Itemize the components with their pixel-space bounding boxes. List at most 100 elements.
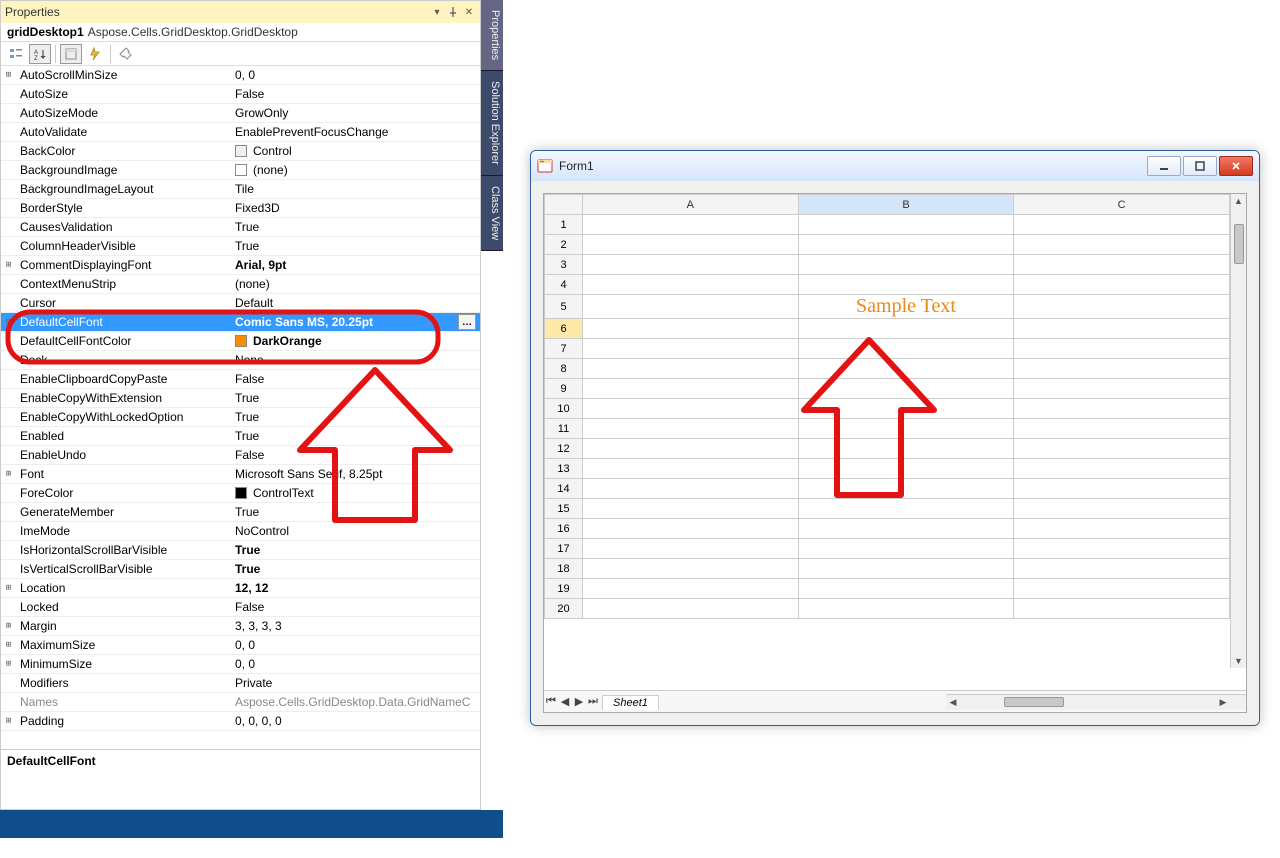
cell-C14[interactable] — [1014, 479, 1230, 499]
cell-B7[interactable] — [798, 339, 1014, 359]
vertical-scrollbar[interactable]: ▲ ▼ — [1230, 194, 1246, 668]
property-value[interactable]: 0, 0 — [231, 638, 480, 652]
property-row-defaultcellfontcolor[interactable]: DefaultCellFontColorDarkOrange — [1, 332, 480, 351]
property-row-autosize[interactable]: AutoSizeFalse — [1, 85, 480, 104]
hscroll-thumb[interactable] — [1004, 697, 1064, 707]
cell-C15[interactable] — [1014, 499, 1230, 519]
side-tab-properties[interactable]: Properties — [481, 0, 503, 71]
categorized-button[interactable] — [5, 44, 27, 64]
property-value[interactable]: Tile — [231, 182, 480, 196]
row-header-5[interactable]: 5 — [545, 295, 583, 319]
column-header-A[interactable]: A — [583, 195, 799, 215]
cell-C16[interactable] — [1014, 519, 1230, 539]
property-value[interactable]: Aspose.Cells.GridDesktop.Data.GridNameC — [231, 695, 480, 709]
cell-C1[interactable] — [1014, 215, 1230, 235]
property-row-enablecopywithextension[interactable]: EnableCopyWithExtensionTrue — [1, 389, 480, 408]
cell-C10[interactable] — [1014, 399, 1230, 419]
property-row-generatemember[interactable]: GenerateMemberTrue — [1, 503, 480, 522]
side-tab-class-view[interactable]: Class View — [481, 176, 503, 251]
form1-titlebar[interactable]: Form1 — [531, 151, 1259, 181]
property-value[interactable]: ControlText — [231, 486, 480, 500]
cell-A12[interactable] — [583, 439, 799, 459]
property-value[interactable]: False — [231, 87, 480, 101]
cell-C20[interactable] — [1014, 599, 1230, 619]
cell-A17[interactable] — [583, 539, 799, 559]
sheet-nav-next-icon[interactable]: ▶ — [572, 695, 586, 708]
property-row-isverticalscrollbarvisible[interactable]: IsVerticalScrollBarVisibleTrue — [1, 560, 480, 579]
cell-A7[interactable] — [583, 339, 799, 359]
row-header-7[interactable]: 7 — [545, 339, 583, 359]
property-row-defaultcellfont[interactable]: ⊞DefaultCellFontComic Sans MS, 20.25pt… — [1, 313, 480, 332]
cell-A10[interactable] — [583, 399, 799, 419]
row-header-3[interactable]: 3 — [545, 255, 583, 275]
cell-B6[interactable] — [798, 319, 1014, 339]
property-value[interactable]: Default — [231, 296, 480, 310]
property-row-forecolor[interactable]: ForeColorControlText — [1, 484, 480, 503]
ellipsis-button[interactable]: … — [458, 314, 476, 330]
scroll-down-icon[interactable]: ▼ — [1231, 654, 1246, 668]
cell-B17[interactable] — [798, 539, 1014, 559]
events-button[interactable] — [84, 44, 106, 64]
pin-icon[interactable] — [446, 5, 460, 19]
row-header-11[interactable]: 11 — [545, 419, 583, 439]
properties-button[interactable] — [60, 44, 82, 64]
expand-icon[interactable]: ⊞ — [1, 469, 16, 479]
properties-grid[interactable]: ⊞AutoScrollMinSize0, 0AutoSizeFalseAutoS… — [1, 66, 480, 749]
property-row-margin[interactable]: ⊞Margin3, 3, 3, 3 — [1, 617, 480, 636]
property-value[interactable]: Control — [231, 144, 480, 158]
column-header-C[interactable]: C — [1014, 195, 1230, 215]
property-value[interactable]: Arial, 9pt — [231, 258, 480, 272]
sheet-nav-prev-icon[interactable]: ◀ — [558, 695, 572, 708]
cell-B11[interactable] — [798, 419, 1014, 439]
cell-A4[interactable] — [583, 275, 799, 295]
row-header-1[interactable]: 1 — [545, 215, 583, 235]
cell-C12[interactable] — [1014, 439, 1230, 459]
cell-A16[interactable] — [583, 519, 799, 539]
property-pages-button[interactable] — [115, 44, 137, 64]
property-row-enabled[interactable]: EnabledTrue — [1, 427, 480, 446]
property-value[interactable]: False — [231, 372, 480, 386]
property-row-enableundo[interactable]: EnableUndoFalse — [1, 446, 480, 465]
property-row-cursor[interactable]: CursorDefault — [1, 294, 480, 313]
cell-A9[interactable] — [583, 379, 799, 399]
cell-C17[interactable] — [1014, 539, 1230, 559]
alphabetical-button[interactable]: AZ — [29, 44, 51, 64]
property-row-modifiers[interactable]: ModifiersPrivate — [1, 674, 480, 693]
property-value[interactable]: True — [231, 505, 480, 519]
row-header-10[interactable]: 10 — [545, 399, 583, 419]
row-header-19[interactable]: 19 — [545, 579, 583, 599]
hscroll-left-icon[interactable]: ◀ — [946, 697, 960, 708]
row-header-9[interactable]: 9 — [545, 379, 583, 399]
property-row-contextmenustrip[interactable]: ContextMenuStrip(none) — [1, 275, 480, 294]
row-header-16[interactable]: 16 — [545, 519, 583, 539]
cell-A6[interactable] — [583, 319, 799, 339]
cell-B19[interactable] — [798, 579, 1014, 599]
close-icon[interactable]: ✕ — [462, 5, 476, 19]
cell-A20[interactable] — [583, 599, 799, 619]
cell-B5[interactable]: Sample Text — [798, 295, 1014, 319]
expand-icon[interactable]: ⊞ — [1, 621, 16, 631]
row-header-12[interactable]: 12 — [545, 439, 583, 459]
property-row-font[interactable]: ⊞FontMicrosoft Sans Serif, 8.25pt — [1, 465, 480, 484]
property-row-columnheadervisible[interactable]: ColumnHeaderVisibleTrue — [1, 237, 480, 256]
cell-C3[interactable] — [1014, 255, 1230, 275]
property-row-enablecopywithlockedoption[interactable]: EnableCopyWithLockedOptionTrue — [1, 408, 480, 427]
expand-icon[interactable]: ⊞ — [1, 716, 16, 726]
cell-C11[interactable] — [1014, 419, 1230, 439]
property-value[interactable]: GrowOnly — [231, 106, 480, 120]
property-value[interactable]: Fixed3D — [231, 201, 480, 215]
row-header-6[interactable]: 6 — [545, 319, 583, 339]
cell-B4[interactable] — [798, 275, 1014, 295]
property-row-padding[interactable]: ⊞Padding0, 0, 0, 0 — [1, 712, 480, 731]
property-row-locked[interactable]: LockedFalse — [1, 598, 480, 617]
property-value[interactable]: 0, 0 — [231, 68, 480, 82]
row-header-2[interactable]: 2 — [545, 235, 583, 255]
cell-C19[interactable] — [1014, 579, 1230, 599]
cell-B1[interactable] — [798, 215, 1014, 235]
cell-B10[interactable] — [798, 399, 1014, 419]
sheet-table[interactable]: ABC12345Sample Text678910111213141516171… — [544, 194, 1246, 619]
cell-B3[interactable] — [798, 255, 1014, 275]
property-row-minimumsize[interactable]: ⊞MinimumSize0, 0 — [1, 655, 480, 674]
cell-B20[interactable] — [798, 599, 1014, 619]
cell-C7[interactable] — [1014, 339, 1230, 359]
